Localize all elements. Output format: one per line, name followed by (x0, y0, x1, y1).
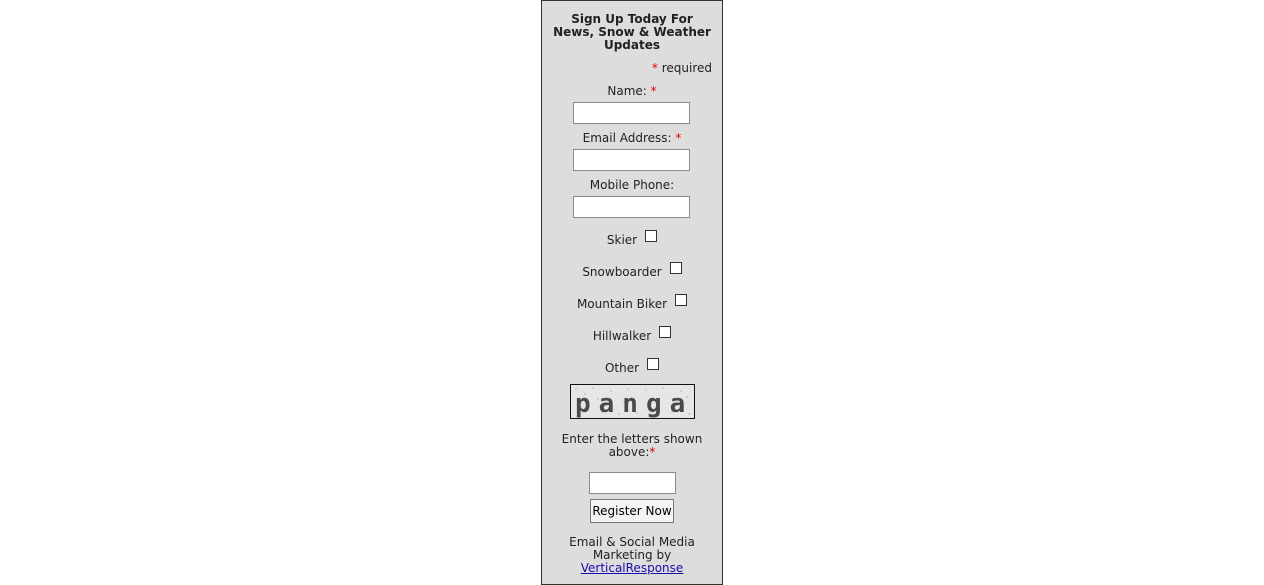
interest-label-skier: Skier (606, 233, 638, 247)
captcha-prompt-text: Enter the letters shown above: (561, 432, 703, 459)
captcha-input[interactable] (589, 472, 676, 494)
interest-row-hillwalker: Hillwalker (542, 326, 722, 343)
interest-label-other: Other (604, 361, 640, 375)
interest-label-hillwalker: Hillwalker (592, 329, 652, 343)
footer-text: Email & Social Media Marketing by (569, 535, 695, 562)
mobile-phone-input[interactable] (573, 196, 690, 218)
hillwalker-checkbox[interactable] (659, 326, 672, 338)
form-title: Sign Up Today For News, Snow & Weather U… (553, 12, 711, 52)
email-label: Email Address: * (542, 131, 722, 145)
required-star: * (651, 61, 658, 75)
skier-checkbox[interactable] (645, 230, 658, 242)
captcha-glyphs: panga (575, 389, 693, 418)
captcha-required-star: * (649, 445, 656, 459)
name-required-star: * (650, 84, 657, 98)
interest-label-mountain-biker: Mountain Biker (576, 297, 668, 311)
required-note-text: required (661, 61, 712, 75)
email-required-star: * (675, 131, 682, 145)
snowboarder-checkbox[interactable] (669, 262, 682, 274)
captcha-noise-graphic: panga (575, 387, 693, 418)
verticalresponse-link[interactable]: VerticalResponse (581, 561, 684, 575)
email-label-text: Email Address: (582, 131, 672, 145)
interest-label-snowboarder: Snowboarder (582, 265, 662, 279)
captcha-prompt: Enter the letters shown above:* (542, 433, 722, 459)
name-label: Name: * (542, 84, 722, 98)
name-input[interactable] (573, 102, 690, 124)
required-note: * required (652, 61, 712, 75)
footer-credit: Email & Social Media Marketing by Vertic… (542, 536, 722, 575)
mobile-phone-label: Mobile Phone: (589, 178, 675, 192)
interest-row-snowboarder: Snowboarder (542, 262, 722, 279)
captcha-image: panga (570, 384, 695, 419)
name-label-text: Name: (607, 84, 647, 98)
mountain-biker-checkbox[interactable] (675, 294, 688, 306)
register-now-button[interactable]: Register Now (590, 499, 674, 523)
interest-row-other: Other (542, 358, 722, 375)
other-checkbox[interactable] (647, 358, 660, 370)
interest-row-mountain-biker: Mountain Biker (542, 294, 722, 311)
signup-form-panel: Sign Up Today For News, Snow & Weather U… (541, 0, 723, 585)
email-input[interactable] (573, 149, 690, 171)
interest-row-skier: Skier (542, 230, 722, 247)
